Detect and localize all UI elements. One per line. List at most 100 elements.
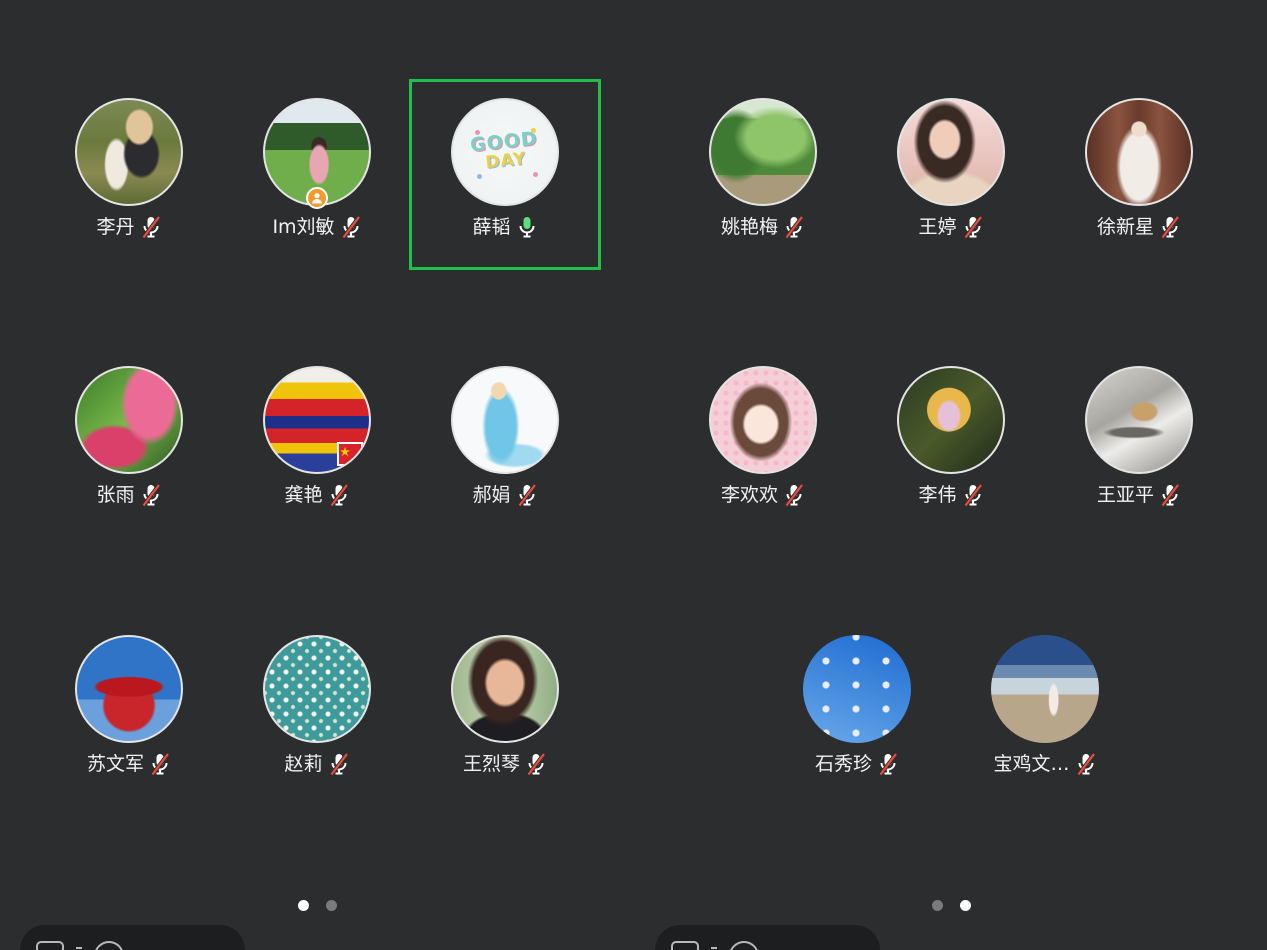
participant-name: 王婷 xyxy=(918,216,957,238)
participant-avatar xyxy=(75,635,183,743)
emoji-icon[interactable] xyxy=(729,941,759,950)
participant-avatar xyxy=(897,366,1005,474)
participant-tile[interactable]: 李欢欢 xyxy=(669,366,857,516)
participant-avatar xyxy=(1085,366,1193,474)
mic-muted-icon xyxy=(783,215,805,239)
participant-name-row: Im刘敏 xyxy=(223,214,411,240)
meeting-participant-grid: 李丹 Im刘敏 GOOD DAY 薛韬张雨 龚艳 郝娟苏文军 赵莉 王烈琴 姚艳梅 王婷 徐新星李欢… xyxy=(0,0,1267,950)
mic-muted-icon xyxy=(140,483,162,507)
decorative-dot xyxy=(533,172,538,177)
participant-name: 李丹 xyxy=(96,216,135,238)
participant-tile[interactable]: 姚艳梅 xyxy=(669,98,857,248)
participant-name-row: 王烈琴 xyxy=(411,751,599,777)
participant-name: 郝娟 xyxy=(472,484,511,506)
participant-name: 李欢欢 xyxy=(720,484,778,506)
participant-tile[interactable]: 李丹 xyxy=(35,98,223,248)
mic-muted-icon xyxy=(149,752,171,776)
participant-page-2: 姚艳梅 王婷 徐新星李欢欢 李伟 王亚平石秀珍 宝鸡文… xyxy=(634,0,1267,950)
participant-name-row: 赵莉 xyxy=(223,751,411,777)
participant-name: 石秀珍 xyxy=(814,753,872,775)
participant-page-1: 李丹 Im刘敏 GOOD DAY 薛韬张雨 龚艳 郝娟苏文军 赵莉 王烈琴 xyxy=(0,0,633,950)
participant-name-row: 石秀珍 xyxy=(763,751,951,777)
mic-muted-icon xyxy=(1159,215,1181,239)
participant-name-row: 王婷 xyxy=(857,214,1045,240)
participant-avatar xyxy=(709,98,817,206)
participant-avatar xyxy=(263,635,371,743)
mic-muted-icon xyxy=(328,752,350,776)
participant-name: 苏文军 xyxy=(86,753,144,775)
participant-name: 龚艳 xyxy=(284,484,323,506)
participant-avatar: GOOD DAY xyxy=(451,98,559,206)
participant-tile[interactable]: 张雨 xyxy=(35,366,223,516)
participant-avatar xyxy=(1085,98,1193,206)
decorative-dot xyxy=(477,174,482,179)
decorative-dot xyxy=(475,130,480,135)
mic-muted-icon xyxy=(783,483,805,507)
participant-tile[interactable]: GOOD DAY 薛韬 xyxy=(411,98,599,248)
toolbar-separator xyxy=(711,947,717,949)
mic-muted-icon xyxy=(340,215,362,239)
page-indicator-dot[interactable] xyxy=(959,899,971,911)
participant-name-row: 徐新星 xyxy=(1045,214,1233,240)
page-indicator-dot[interactable] xyxy=(325,899,337,911)
participant-tile[interactable]: 郝娟 xyxy=(411,366,599,516)
toolbar-separator xyxy=(76,947,82,949)
mic-active-icon xyxy=(516,215,538,239)
emoji-icon[interactable] xyxy=(94,941,124,950)
participant-tile[interactable]: 李伟 xyxy=(857,366,1045,516)
china-flag-icon xyxy=(337,442,363,466)
mic-muted-icon xyxy=(1159,483,1181,507)
participant-avatar xyxy=(75,98,183,206)
mic-muted-icon xyxy=(962,215,984,239)
participant-avatar xyxy=(451,635,559,743)
participant-tile[interactable]: 石秀珍 xyxy=(763,635,951,785)
participant-avatar xyxy=(75,366,183,474)
decorative-dot xyxy=(531,128,536,133)
mic-muted-icon xyxy=(1075,752,1097,776)
participant-avatar xyxy=(263,366,371,474)
page-indicator-dot[interactable] xyxy=(931,899,943,911)
participant-tile[interactable]: 王亚平 xyxy=(1045,366,1233,516)
participant-tile[interactable]: 王烈琴 xyxy=(411,635,599,785)
text-input-icon[interactable] xyxy=(671,941,699,950)
mic-muted-icon xyxy=(516,483,538,507)
participant-name: 王亚平 xyxy=(1096,484,1154,506)
participant-avatar xyxy=(709,366,817,474)
avatar-lettering-line: DAY xyxy=(484,148,528,174)
participant-avatar xyxy=(803,635,911,743)
participant-name: 姚艳梅 xyxy=(720,216,778,238)
participant-name: 宝鸡文… xyxy=(993,753,1070,775)
participant-name-row: 李欢欢 xyxy=(669,482,857,508)
participant-name: 张雨 xyxy=(96,484,135,506)
participant-name-row: 姚艳梅 xyxy=(669,214,857,240)
mic-muted-icon xyxy=(877,752,899,776)
page-indicator-dot[interactable] xyxy=(297,899,309,911)
mic-muted-icon xyxy=(525,752,547,776)
host-badge-icon xyxy=(306,187,328,209)
participant-name-row: 张雨 xyxy=(35,482,223,508)
participant-tile[interactable]: Im刘敏 xyxy=(223,98,411,248)
participant-name-row: 王亚平 xyxy=(1045,482,1233,508)
participant-name: 赵莉 xyxy=(284,753,323,775)
participant-tile[interactable]: 赵莉 xyxy=(223,635,411,785)
participant-avatar xyxy=(991,635,1099,743)
participant-name: 薛韬 xyxy=(472,216,511,238)
mic-muted-icon xyxy=(140,215,162,239)
participant-tile[interactable]: 徐新星 xyxy=(1045,98,1233,248)
text-input-icon[interactable] xyxy=(36,941,64,950)
mic-muted-icon xyxy=(328,483,350,507)
participant-name: 李伟 xyxy=(918,484,957,506)
participant-name-row: 郝娟 xyxy=(411,482,599,508)
participant-name-row: 李丹 xyxy=(35,214,223,240)
mic-muted-icon xyxy=(962,483,984,507)
participant-tile[interactable]: 苏文军 xyxy=(35,635,223,785)
participant-name: Im刘敏 xyxy=(272,216,335,238)
participant-tile[interactable]: 宝鸡文… xyxy=(951,635,1139,785)
participant-tile[interactable]: 龚艳 xyxy=(223,366,411,516)
participant-name-row: 宝鸡文… xyxy=(951,751,1139,777)
participant-name-row: 李伟 xyxy=(857,482,1045,508)
bottom-toolbar xyxy=(655,925,880,950)
participant-avatar xyxy=(451,366,559,474)
participant-tile[interactable]: 王婷 xyxy=(857,98,1045,248)
participant-name: 王烈琴 xyxy=(462,753,520,775)
